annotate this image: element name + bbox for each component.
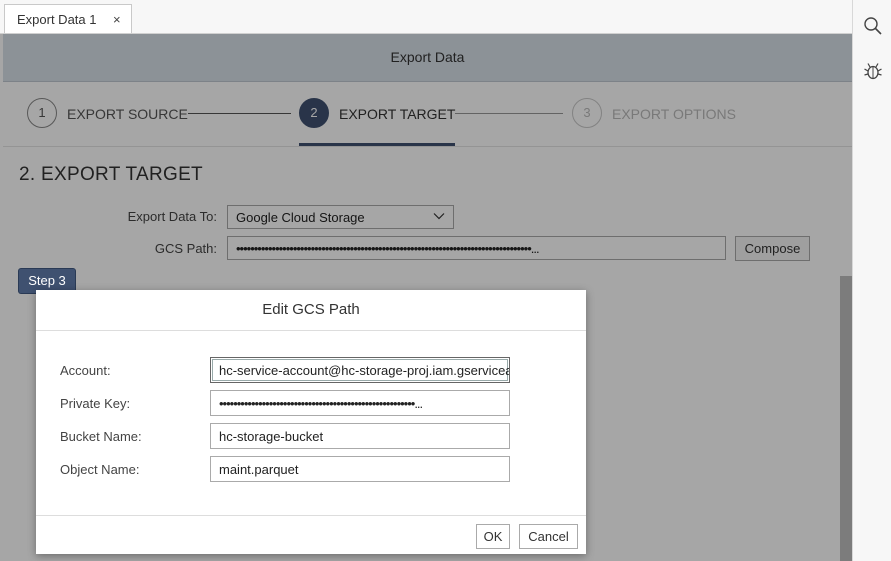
scrollbar[interactable] — [840, 276, 852, 561]
account-label: Account: — [60, 363, 111, 378]
account-input[interactable]: hc-service-account@hc-storage-proj.iam.g… — [210, 357, 510, 383]
tab-export-data-1[interactable]: Export Data 1 × — [4, 4, 132, 33]
bucket-name-input[interactable]: hc-storage-bucket — [210, 423, 510, 449]
object-name-label: Object Name: — [60, 462, 140, 477]
bucket-name-label: Bucket Name: — [60, 429, 142, 444]
private-key-value: ••••••••••••••••••••••••••••••••••••••••… — [219, 396, 423, 411]
document-tab-bar: Export Data 1 × — [0, 0, 852, 34]
dialog-footer: OK Cancel — [36, 515, 586, 555]
object-name-input[interactable]: maint.parquet — [210, 456, 510, 482]
dialog-title: Edit GCS Path — [36, 290, 586, 331]
tab-label: Export Data 1 — [17, 12, 97, 27]
bucket-name-value: hc-storage-bucket — [219, 429, 324, 444]
private-key-label: Private Key: — [60, 396, 131, 411]
close-icon[interactable]: × — [113, 12, 121, 27]
object-name-value: maint.parquet — [219, 462, 299, 477]
search-icon[interactable] — [863, 16, 883, 36]
ok-button[interactable]: OK — [476, 524, 510, 549]
edit-gcs-path-dialog: Edit GCS Path Account: hc-service-accoun… — [36, 290, 586, 554]
account-value: hc-service-account@hc-storage-proj.iam.g… — [219, 363, 509, 378]
right-tool-rail — [852, 0, 891, 561]
private-key-input[interactable]: ••••••••••••••••••••••••••••••••••••••••… — [210, 390, 510, 416]
bug-icon[interactable] — [863, 61, 883, 81]
cancel-button[interactable]: Cancel — [519, 524, 578, 549]
